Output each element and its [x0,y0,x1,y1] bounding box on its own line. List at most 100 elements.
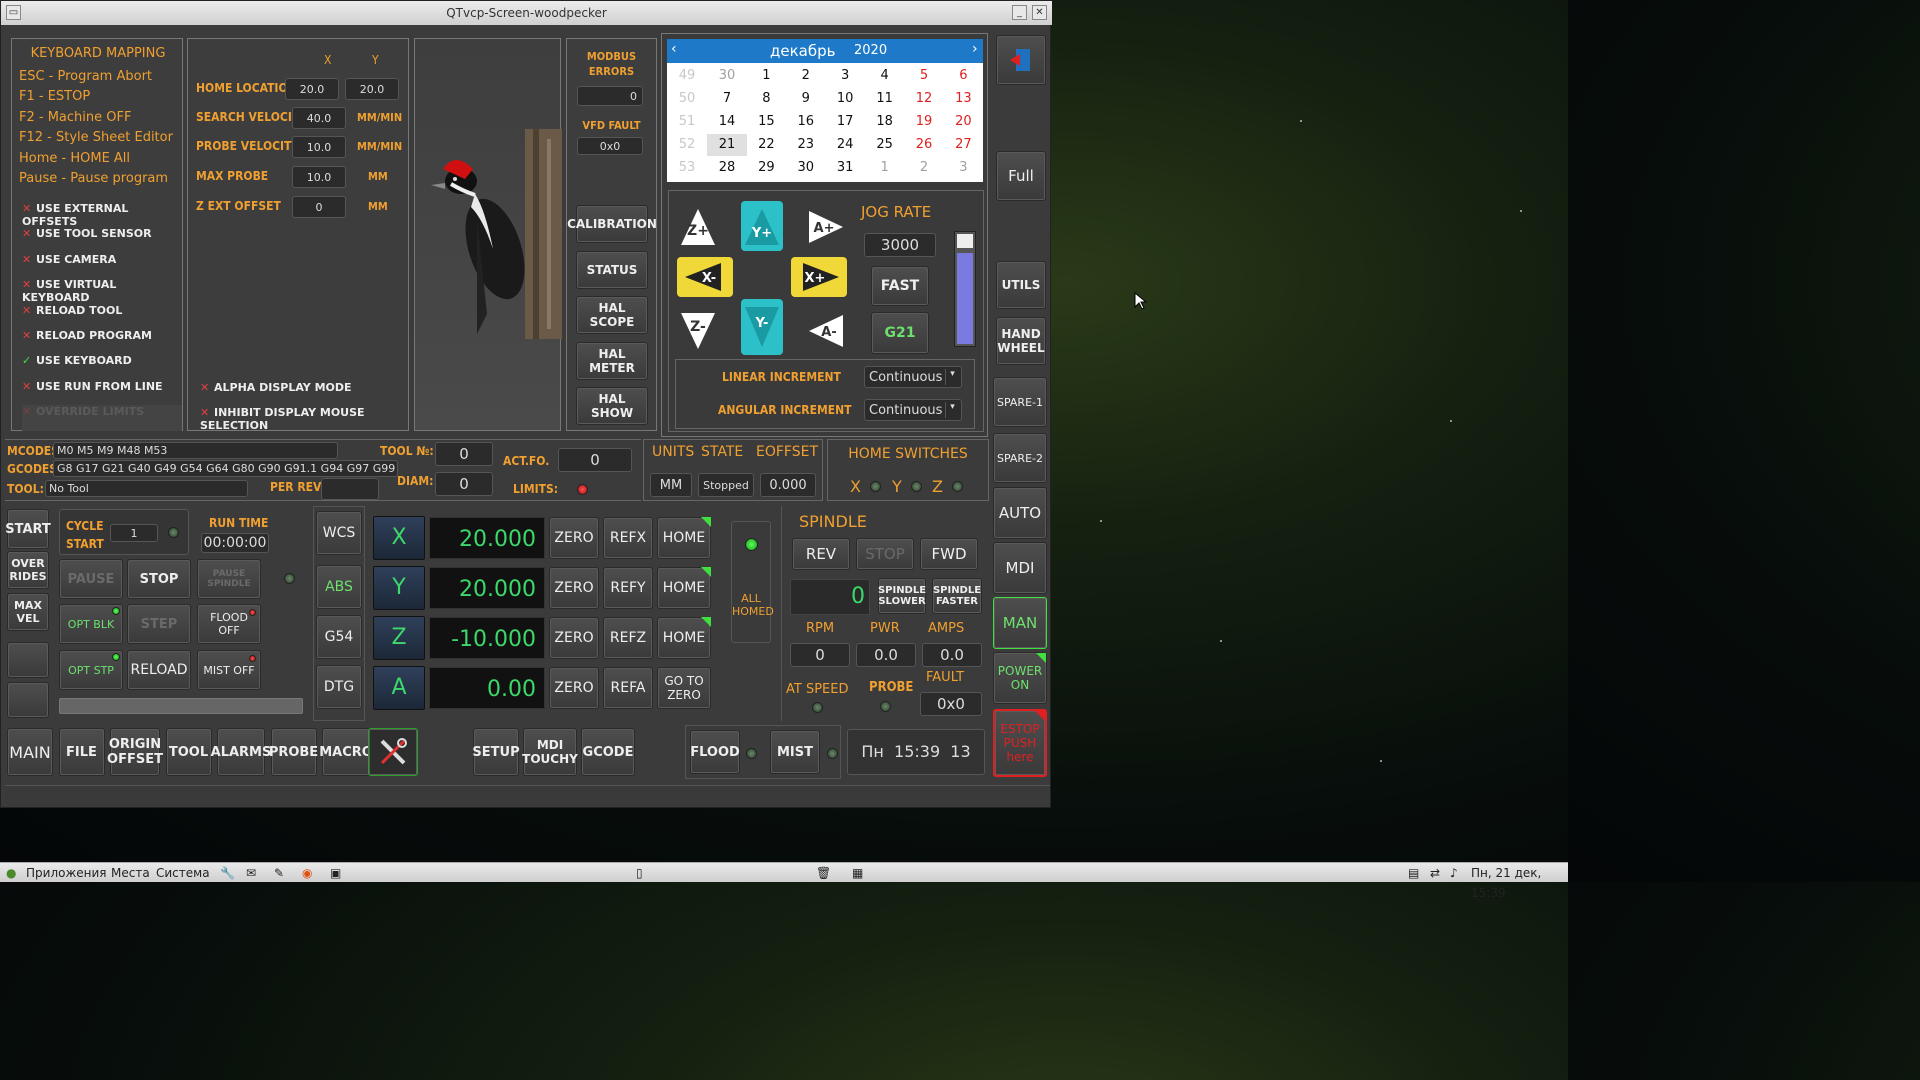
hal-show-button[interactable]: HAL SHOW [576,387,648,425]
dro-axis-a-button[interactable]: A [373,666,425,710]
step-button[interactable]: STEP [127,604,191,644]
calendar-day[interactable]: 8 [746,88,786,110]
option-checkbox[interactable]: ✕ USE EXTERNAL OFFSETS [22,202,182,228]
jog-x-minus-button[interactable]: X- [677,257,733,297]
z-ext-offset-field[interactable]: 0 [292,196,346,218]
reload-button[interactable]: RELOAD [127,650,191,690]
calendar-day[interactable]: 28 [707,157,747,179]
option-checkbox[interactable]: ✕ RELOAD PROGRAM [22,329,182,354]
calendar-day[interactable]: 25 [865,134,905,156]
window-menu-icon[interactable]: ▭ [6,5,21,20]
utils-button[interactable]: UTILS [996,261,1046,309]
calendar-day[interactable]: 2 [786,65,826,87]
dro-axis-x-button[interactable]: X [373,516,425,560]
pause-button[interactable]: PAUSE [59,559,123,599]
estop-button[interactable]: ESTOP PUSH here [993,709,1047,777]
calendar-day[interactable]: 30 [707,65,747,87]
system-menu[interactable]: Система [156,863,210,883]
power-on-button[interactable]: POWER ON [993,652,1047,704]
hal-meter-button[interactable]: HAL METER [576,341,648,380]
option-checkbox[interactable]: ✕ USE CAMERA [22,253,182,278]
linear-increment-select[interactable]: Continuous ▾ [864,366,962,388]
calendar-month[interactable]: декабрь [770,42,835,60]
spare-2-button[interactable]: SPARE-2 [993,433,1047,483]
terminal-launcher-icon[interactable]: ▣ [330,863,341,883]
option-checkbox[interactable]: ✕ USE TOOL SENSOR [22,227,182,252]
dro-axis-z-button[interactable]: Z [373,616,425,660]
mist-off-button[interactable]: MIST OFF [197,650,261,690]
calendar-day[interactable]: 5 [904,65,944,87]
handwheel-button[interactable]: HAND WHEEL [996,317,1046,365]
option-checkbox[interactable]: ✕ RELOAD TOOL [22,304,182,329]
ref-y-button[interactable]: REFY [603,567,653,609]
tab-file[interactable]: FILE [58,728,105,776]
search-velocity-field[interactable]: 40.0 [292,107,346,129]
home-x-field[interactable]: 20.0 [285,78,339,100]
option-checkbox[interactable]: ✕ USE RUN FROM LINE [22,380,182,405]
flood-button[interactable]: FLOOD [690,730,740,774]
pause-spindle-button[interactable]: PAUSE SPINDLE [197,559,261,599]
volume-icon[interactable]: ♪ [1450,863,1458,883]
inhibit-mouse-checkbox[interactable]: ✕ INHIBIT DISPLAY MOUSE SELECTION [200,406,408,432]
calendar-day[interactable]: 23 [786,134,826,156]
start-button[interactable]: START [5,509,51,549]
dtg-button[interactable]: DTG [316,665,362,709]
units-g21-button[interactable]: G21 [871,312,929,354]
close-icon[interactable]: ✕ [1032,5,1047,20]
trash-icon[interactable]: 🗑 [816,863,831,883]
calendar-day[interactable]: 15 [746,111,786,133]
flood-off-button[interactable]: FLOOD OFF [197,604,261,644]
firefox-launcher-icon[interactable]: ◉ [302,863,312,883]
spindle-faster-button[interactable]: SPINDLE FASTER [932,578,982,614]
us-flag-icon[interactable]: ▤ [1408,863,1419,883]
calendar-day[interactable]: 27 [943,134,983,156]
calendar-day[interactable]: 30 [786,157,826,179]
tab-origin-offset[interactable]: ORIGIN OFFSET [107,728,163,776]
zero-a-button[interactable]: ZERO [549,667,599,709]
ref-x-button[interactable]: REFX [603,517,653,559]
wcs-button[interactable]: WCS [316,511,362,555]
calendar-day[interactable]: 7 [707,88,747,110]
overrides-button[interactable]: OVER RIDES [7,551,49,589]
home-y-field[interactable]: 20.0 [345,78,399,100]
gcode-button[interactable]: GCODE [581,728,635,776]
cycle-count-field[interactable]: 1 [110,524,158,542]
calendar-day[interactable]: 16 [786,111,826,133]
spindle-rev-button[interactable]: REV [792,538,850,570]
calendar-day[interactable]: 11 [865,88,905,110]
jog-z-plus-button[interactable]: Z+ [677,201,719,251]
mode-man-button[interactable]: MAN [993,597,1047,649]
calendar-day[interactable]: 4 [865,65,905,87]
calendar-day[interactable]: 3 [825,65,865,87]
tab-probe[interactable]: PROBE [269,728,318,776]
stop-button[interactable]: STOP [127,559,191,599]
places-menu[interactable]: Места [111,863,150,883]
ref-z-button[interactable]: REFZ [603,617,653,659]
exit-button[interactable] [996,35,1046,85]
tools-button[interactable] [368,728,418,776]
hal-scope-button[interactable]: HAL SCOPE [576,296,648,334]
workspace-switcher-icon[interactable]: ▯ [636,863,643,883]
mode-auto-button[interactable]: AUTO [993,487,1047,539]
taskbar-clock[interactable]: Пн, 21 дек, 15:39 [1471,863,1568,903]
jog-a-plus-button[interactable]: A+ [805,201,847,251]
calendar-day[interactable]: 6 [943,65,983,87]
angular-increment-select[interactable]: Continuous ▾ [864,399,962,421]
jog-x-plus-button[interactable]: X+ [791,257,847,297]
option-checkbox[interactable]: ✓ USE KEYBOARD [22,354,182,379]
calendar-day[interactable]: 19 [904,111,944,133]
calendar-day[interactable]: 2 [904,157,944,179]
jog-y-minus-button[interactable]: Y- [741,299,783,355]
option-checkbox[interactable]: ✕ OVERRIDE LIMITS [22,405,182,431]
status-button[interactable]: STATUS [576,250,648,289]
calendar-day[interactable]: 13 [943,88,983,110]
tool-launcher-icon[interactable]: 🔧 [220,863,235,883]
mdi-touchy-button[interactable]: MDI TOUCHY [522,728,578,776]
calendar-year[interactable]: 2020 [854,43,887,58]
jog-y-plus-button[interactable]: Y+ [741,201,783,251]
g54-button[interactable]: G54 [316,615,362,659]
calendar-day[interactable]: 22 [746,134,786,156]
setup-button[interactable]: SETUP [472,728,520,776]
option-checkbox[interactable]: ✕ USE VIRTUAL KEYBOARD [22,278,182,304]
cycle-start-box[interactable]: CYCLE START 1 [59,509,189,555]
